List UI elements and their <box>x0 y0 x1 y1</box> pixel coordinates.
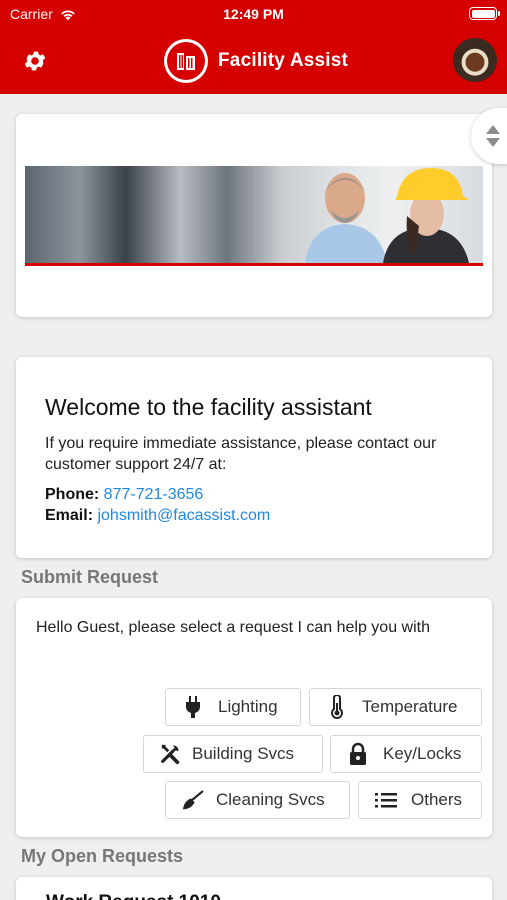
others-label: Others <box>411 790 463 809</box>
submit-request-heading: Submit Request <box>21 567 159 587</box>
lighting-button[interactable]: Lighting <box>165 688 301 726</box>
gear-icon[interactable] <box>22 48 48 74</box>
plug-icon <box>182 696 204 718</box>
email-link[interactable]: johsmith@facassist.com <box>97 507 270 524</box>
arrow-down-icon <box>486 138 500 147</box>
status-time: 12:49 PM <box>223 6 284 22</box>
others-button[interactable]: Others <box>358 781 482 819</box>
welcome-title: Welcome to the facility assistant <box>45 394 372 420</box>
building-logo-icon <box>164 39 208 83</box>
email-row: Email: johsmith@facassist.com <box>45 505 463 526</box>
tools-icon <box>160 743 182 765</box>
cleaning-svcs-label: Cleaning Svcs <box>216 790 325 809</box>
request-prompt: Hello Guest, please select a request I c… <box>36 619 430 636</box>
building-svcs-label: Building Svcs <box>192 744 295 763</box>
app-header: Carrier 12:49 PM Facility Assist <box>0 0 507 94</box>
welcome-card: Welcome to the facility assistant If you… <box>16 357 492 558</box>
worker-hardhat-figure <box>383 168 469 263</box>
banner-divider <box>25 263 483 266</box>
broom-icon <box>182 789 204 811</box>
phone-link[interactable]: 877-721-3656 <box>104 486 204 503</box>
arrow-up-icon <box>486 125 500 134</box>
email-label: Email: <box>45 507 94 524</box>
key-locks-label: Key/Locks <box>383 744 462 763</box>
avatar[interactable] <box>453 38 497 82</box>
building-svcs-button[interactable]: Building Svcs <box>143 735 323 773</box>
welcome-intro: If you require immediate assistance, ple… <box>45 435 437 473</box>
cleaning-svcs-button[interactable]: Cleaning Svcs <box>165 781 350 819</box>
status-bar: Carrier 12:49 PM <box>0 6 507 24</box>
lighting-label: Lighting <box>218 697 278 716</box>
submit-request-card: Hello Guest, please select a request I c… <box>16 598 492 837</box>
phone-label: Phone: <box>45 486 100 503</box>
key-locks-button[interactable]: Key/Locks <box>330 735 482 773</box>
navbar: Facility Assist <box>0 38 507 84</box>
app-title: Facility Assist <box>218 50 349 71</box>
brand: Facility Assist <box>164 38 348 84</box>
thermometer-icon <box>326 695 348 719</box>
temperature-label: Temperature <box>362 697 458 716</box>
hero-banner-image <box>25 166 483 266</box>
hero-card <box>16 114 492 317</box>
temperature-button[interactable]: Temperature <box>309 688 482 726</box>
lock-icon <box>347 742 369 765</box>
open-request-item[interactable]: Work Request 1010 <box>16 877 492 900</box>
open-request-title: Work Request 1010 <box>46 892 462 900</box>
phone-row: Phone: 877-721-3656 <box>45 484 463 505</box>
list-icon <box>375 789 397 811</box>
open-requests-heading: My Open Requests <box>21 846 184 866</box>
battery-icon <box>469 7 500 20</box>
